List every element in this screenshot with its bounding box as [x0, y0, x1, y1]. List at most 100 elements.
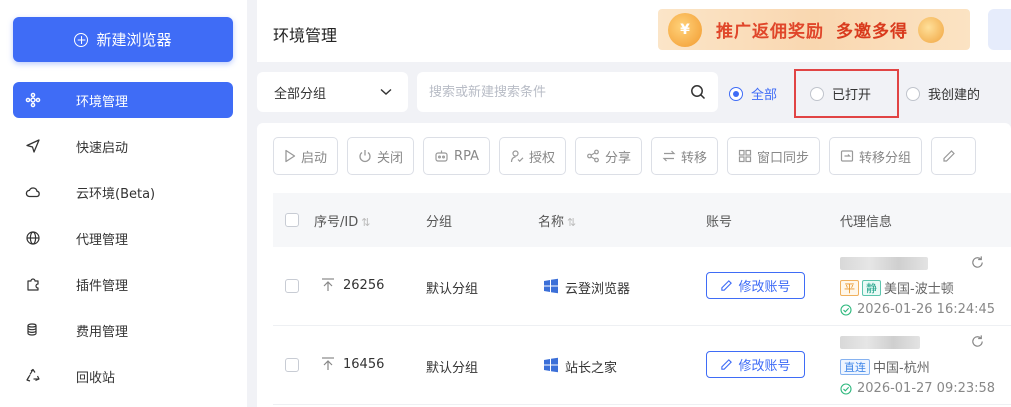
- table-row[interactable]: 16456 默认分组 站长之家 修改账号 直连 中国-杭州 2026-01-27…: [273, 326, 1011, 405]
- refresh-icon[interactable]: [970, 334, 985, 353]
- proxy-check-time: 2026-01-26 16:24:45: [840, 302, 995, 317]
- table-row[interactable]: 26256 默认分组 云登浏览器 修改账号 平 静 美国-波士顿 2026-01…: [273, 247, 1011, 326]
- authorize-icon: [510, 150, 524, 163]
- header-name[interactable]: 名称 ⇅: [538, 211, 576, 230]
- header-banner-right[interactable]: [988, 9, 1011, 50]
- power-icon: [359, 150, 371, 163]
- transfer-group-icon: [840, 150, 854, 162]
- window-sync-label: 窗口同步: [757, 150, 810, 166]
- page-title: 环境管理: [273, 26, 338, 45]
- edit-account-button[interactable]: 修改账号: [706, 272, 805, 299]
- pin-top-icon[interactable]: [320, 356, 336, 376]
- sidebar-item-environment[interactable]: 环境管理: [13, 82, 233, 118]
- search-input[interactable]: [417, 72, 667, 112]
- chevron-down-icon: [380, 86, 392, 96]
- more-edit-button[interactable]: [931, 137, 977, 175]
- header-group: 分组: [426, 215, 453, 230]
- sidebar-item-label: 插件管理: [76, 278, 129, 294]
- plugin-icon: [25, 276, 41, 292]
- proxy-location: 中国-杭州: [873, 361, 930, 376]
- new-browser-button[interactable]: + 新建浏览器: [13, 17, 233, 62]
- header-id[interactable]: 序号/ID ⇅: [314, 211, 370, 230]
- sidebar-item-quick-start[interactable]: 快速启动: [13, 128, 233, 164]
- pin-top-icon[interactable]: [320, 277, 336, 297]
- proxy-tag: 静: [862, 279, 881, 296]
- proxy-location: 美国-波士顿: [884, 282, 954, 297]
- sidebar-item-label: 代理管理: [76, 232, 129, 248]
- start-button[interactable]: 启动: [273, 137, 339, 175]
- coin-icon: ¥: [668, 12, 702, 47]
- share-icon: [587, 149, 599, 163]
- row-name[interactable]: 云登浏览器: [565, 278, 630, 297]
- edit-icon: [943, 150, 955, 162]
- environment-table: 序号/ID ⇅ 分组 名称 ⇅ 账号 代理信息 26256 默认分组 云登浏览器…: [273, 193, 1011, 405]
- new-browser-label: 新建浏览器: [96, 31, 172, 49]
- sidebar-item-label: 回收站: [76, 370, 116, 386]
- edit-account-button[interactable]: 修改账号: [706, 351, 805, 378]
- sort-icon: ⇅: [567, 216, 577, 229]
- radio-all[interactable]: 全部: [729, 84, 777, 103]
- header-account: 账号: [706, 215, 733, 230]
- window-sync-button[interactable]: 窗口同步: [727, 137, 821, 175]
- sidebar-item-recycle[interactable]: 回收站: [13, 358, 233, 394]
- edit-account-label: 修改账号: [738, 280, 791, 295]
- search-icon[interactable]: [690, 84, 706, 100]
- sidebar-item-plugins[interactable]: 插件管理: [13, 266, 233, 302]
- group-select[interactable]: 全部分组: [257, 72, 408, 112]
- sidebar-item-label: 费用管理: [76, 324, 129, 340]
- proxy-tag: 平: [840, 279, 859, 296]
- authorize-button[interactable]: 授权: [498, 137, 566, 175]
- content-panel: 启动 关闭 RPA 授权 分享 转移 窗口同步 转移分组 序号/ID ⇅ 分组 …: [257, 123, 1011, 407]
- row-id: 16456: [343, 357, 385, 372]
- check-circle-icon: [840, 382, 852, 395]
- header-proxy: 代理信息: [840, 215, 893, 230]
- transfer-label: 转移: [681, 150, 708, 166]
- sort-icon: ⇅: [361, 216, 371, 229]
- promo-text-secondary: 多邀多得: [836, 22, 908, 42]
- row-name[interactable]: 站长之家: [565, 357, 617, 376]
- transfer-group-label: 转移分组: [859, 150, 912, 166]
- sidebar-item-billing[interactable]: 费用管理: [13, 312, 233, 348]
- proxy-address-blurred: [840, 257, 928, 270]
- proxy-time: 2026-01-27 09:23:58: [857, 381, 996, 396]
- main-area: 环境管理 ¥ 推广返佣奖励 多邀多得 全部分组 全部 已: [257, 0, 1011, 407]
- edit-icon: [721, 280, 733, 291]
- filter-bar: 全部分组 全部 已打开 我创建的: [257, 69, 1011, 118]
- environment-icon: [25, 92, 41, 108]
- sidebar: + 新建浏览器 环境管理 快速启动 云环境(Beta) 代理管理 插件管理 费用…: [0, 0, 247, 407]
- sidebar-nav: 环境管理 快速启动 云环境(Beta) 代理管理 插件管理 费用管理 回收站: [13, 82, 233, 404]
- coin-icon: [918, 16, 944, 43]
- check-circle-icon: [840, 303, 852, 316]
- proxy-address-blurred: [840, 336, 920, 349]
- radio-dot: [729, 86, 743, 101]
- row-checkbox[interactable]: [285, 279, 299, 293]
- radio-created-by-me[interactable]: 我创建的: [906, 84, 980, 103]
- sidebar-item-label: 环境管理: [76, 94, 129, 110]
- proxy-info: 平 静 美国-波士顿: [840, 278, 954, 297]
- promo-banner[interactable]: ¥ 推广返佣奖励 多邀多得: [658, 9, 970, 50]
- transfer-icon: [662, 150, 676, 162]
- transfer-button[interactable]: 转移: [651, 137, 719, 175]
- radio-opened-label: 已打开: [832, 88, 872, 103]
- header-id-label: 序号/ID: [314, 215, 359, 230]
- search-box: [417, 72, 718, 112]
- toolbar: 启动 关闭 RPA 授权 分享 转移 窗口同步 转移分组: [273, 137, 985, 175]
- radio-opened[interactable]: 已打开: [810, 84, 871, 103]
- refresh-icon[interactable]: [970, 255, 985, 274]
- share-button[interactable]: 分享: [574, 137, 642, 175]
- recycle-icon: [25, 368, 41, 384]
- select-all-checkbox[interactable]: [285, 213, 299, 227]
- transfer-group-button[interactable]: 转移分组: [829, 137, 923, 175]
- radio-created-label: 我创建的: [928, 88, 981, 103]
- row-id: 26256: [343, 278, 385, 293]
- proxy-check-time: 2026-01-27 09:23:58: [840, 381, 995, 396]
- sidebar-item-proxy[interactable]: 代理管理: [13, 220, 233, 256]
- sidebar-item-label: 云环境(Beta): [76, 186, 156, 202]
- close-button[interactable]: 关闭: [347, 137, 415, 175]
- promo-text-primary: 推广返佣奖励: [716, 22, 824, 42]
- play-icon: [285, 149, 296, 163]
- robot-icon: [435, 150, 448, 162]
- sidebar-item-cloud[interactable]: 云环境(Beta): [13, 174, 233, 210]
- rpa-button[interactable]: RPA: [423, 137, 490, 175]
- row-checkbox[interactable]: [285, 358, 299, 372]
